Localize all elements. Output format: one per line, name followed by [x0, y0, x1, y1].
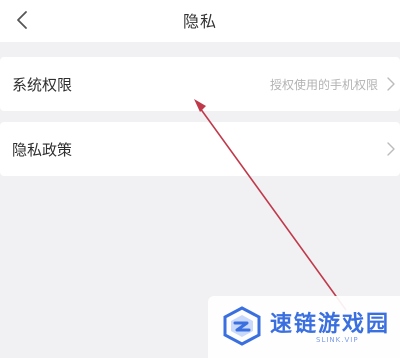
chevron-right-icon [384, 77, 398, 91]
watermark: 速链游戏园 SLINK.VIP [208, 296, 400, 358]
chevron-right-icon [384, 142, 398, 156]
watermark-url: SLINK.VIP [316, 336, 359, 344]
nav-bar: 隐私 [0, 0, 400, 42]
watermark-name: 速链游戏园 [270, 312, 391, 337]
page-title: 隐私 [182, 12, 217, 31]
watermark-logo-icon [223, 306, 261, 346]
setting-item-privacy-policy[interactable]: 隐私政策 [0, 122, 400, 176]
setting-value: 授权使用的手机权限 [269, 77, 378, 92]
setting-item-system-permissions[interactable]: 系统权限 授权使用的手机权限 [0, 57, 400, 111]
setting-label: 系统权限 [12, 75, 73, 94]
privacy-screen: 隐私 系统权限 授权使用的手机权限 隐私政策 速链游戏园 SLINK.VIP [0, 0, 400, 358]
setting-label: 隐私政策 [12, 140, 73, 159]
